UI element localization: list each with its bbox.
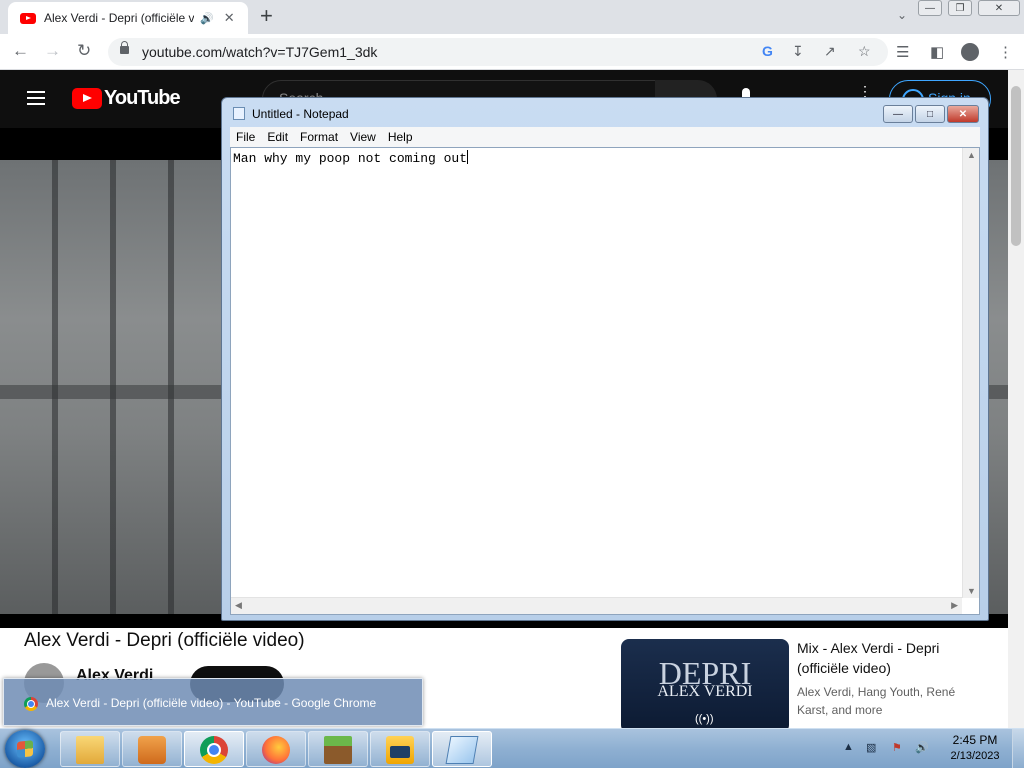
tab-youtube[interactable]: Alex Verdi - Depri (officiële video) - Y… (8, 2, 248, 34)
notepad-content[interactable]: Man why my poop not coming out (233, 150, 468, 166)
minimize-button[interactable]: — (918, 0, 942, 16)
tab-search-icon[interactable]: ⌄ (897, 8, 907, 22)
taskbar-media-player[interactable] (122, 731, 182, 767)
reload-icon[interactable]: ↻ (77, 41, 91, 61)
youtube-logo-icon[interactable] (72, 88, 102, 109)
show-hidden-icons[interactable]: ▲ (843, 741, 854, 753)
scroll-down-icon[interactable]: ▼ (967, 586, 976, 596)
media-control-icon[interactable]: ☰ (896, 43, 909, 61)
mix-radio-icon: ((•)) (695, 713, 714, 725)
explorer-icon (76, 736, 104, 764)
hamburger-menu-icon[interactable] (27, 91, 45, 105)
scroll-right-icon[interactable]: ▶ (951, 600, 958, 611)
settings-dots-icon[interactable]: ⋮ (858, 84, 872, 98)
media-player-icon (138, 736, 166, 764)
bookmark-star-icon[interactable]: ☆ (858, 43, 871, 60)
menu-format[interactable]: Format (294, 130, 344, 144)
tooltip-text: Alex Verdi - Depri (officiële video) - Y… (46, 696, 377, 710)
clock-date[interactable]: 2/13/2023 (944, 750, 1006, 762)
notepad-text-area[interactable]: Man why my poop not coming out ▲ ▼ ◀ ▶ (230, 147, 980, 615)
minecraft-icon (324, 736, 352, 764)
taskbar-thumbnail-tooltip[interactable]: Alex Verdi - Depri (officiële video) - Y… (3, 678, 423, 726)
mix-thumb-artist: ALEX VERDI (657, 683, 753, 700)
start-button[interactable] (5, 730, 45, 768)
page-scrollbar[interactable] (1008, 70, 1024, 728)
video-title: Alex Verdi - Depri (officiële video) (24, 630, 305, 651)
notepad-horizontal-scrollbar[interactable]: ◀ ▶ (231, 597, 962, 614)
side-panel-icon[interactable]: ◧ (930, 43, 944, 61)
action-center-icon[interactable]: ⚑ (892, 741, 902, 754)
chrome-icon (200, 736, 228, 764)
windows-logo-icon (17, 740, 33, 758)
back-arrow-icon[interactable]: ← (12, 41, 29, 61)
notepad-close-button[interactable]: ✕ (947, 105, 979, 123)
profile-avatar-icon[interactable] (961, 43, 979, 61)
install-icon[interactable]: ↧ (792, 43, 804, 60)
audio-playing-icon[interactable]: 🔊 (200, 12, 214, 25)
url-text[interactable]: youtube.com/watch?v=TJ7Gem1_3dk (142, 44, 377, 60)
notepad-menubar: File Edit Format View Help (230, 127, 980, 147)
firefox-icon (262, 736, 290, 764)
page-scrollbar-thumb[interactable] (1011, 86, 1021, 246)
window-controls: — ❐ ✕ (912, 0, 1020, 16)
taskbar-firefox[interactable] (246, 731, 306, 767)
address-bar[interactable]: youtube.com/watch?v=TJ7Gem1_3dk G ↧ ↗ ☆ (108, 38, 888, 66)
mix-title[interactable]: Mix - Alex Verdi - Depri (officiële vide… (797, 638, 967, 678)
mix-thumbnail[interactable]: DEPRI ALEX VERDI ((•)) (621, 639, 789, 728)
menu-file[interactable]: File (230, 130, 261, 144)
chrome-toolbar: ← → ↻ youtube.com/watch?v=TJ7Gem1_3dk G … (0, 34, 1024, 70)
google-lens-icon[interactable]: G (762, 43, 773, 59)
tab-close-icon[interactable]: ✕ (224, 10, 235, 26)
chrome-tab-strip: Alex Verdi - Depri (officiële video) - Y… (0, 0, 1024, 34)
chrome-menu-icon[interactable]: ⋮ (998, 43, 1013, 61)
network-icon[interactable]: ▧ (866, 741, 876, 754)
notepad-minimize-button[interactable]: — (883, 105, 913, 123)
tab-title: Alex Verdi - Depri (officiële video) - Y… (44, 11, 194, 25)
new-tab-button[interactable]: + (260, 4, 273, 28)
lock-icon[interactable] (120, 41, 129, 54)
menu-help[interactable]: Help (382, 130, 419, 144)
close-window-button[interactable]: ✕ (978, 0, 1020, 16)
show-desktop-button[interactable] (1012, 729, 1024, 768)
scroll-up-icon[interactable]: ▲ (967, 150, 976, 160)
screen: Alex Verdi - Depri (officiële video) - Y… (0, 0, 1024, 768)
windows-taskbar: ▲ ▧ ⚑ 🔊 2:45 PM 2/13/2023 (0, 728, 1024, 768)
toolbox-icon (386, 736, 414, 764)
notepad-vertical-scrollbar[interactable]: ▲ ▼ (962, 148, 979, 598)
taskbar-notepad[interactable] (432, 731, 492, 767)
notepad-icon (233, 107, 245, 120)
chrome-icon (24, 697, 38, 711)
taskbar-toolbox[interactable] (370, 731, 430, 767)
notepad-title: Untitled - Notepad (252, 107, 349, 121)
mix-meta: Alex Verdi, Hang Youth, René Karst, and … (797, 685, 956, 717)
volume-icon[interactable]: 🔊 (915, 741, 929, 754)
menu-view[interactable]: View (344, 130, 382, 144)
restore-button[interactable]: ❐ (948, 0, 972, 16)
youtube-logo-text[interactable]: YouTube (104, 87, 181, 110)
notepad-maximize-button[interactable]: □ (915, 105, 945, 123)
forward-arrow-icon[interactable]: → (44, 41, 61, 61)
taskbar-minecraft[interactable] (308, 731, 368, 767)
youtube-favicon-icon (20, 12, 36, 24)
scroll-left-icon[interactable]: ◀ (235, 600, 242, 611)
share-icon[interactable]: ↗ (824, 43, 836, 60)
menu-edit[interactable]: Edit (261, 130, 294, 144)
notepad-icon (445, 736, 479, 764)
clock-time[interactable]: 2:45 PM (950, 733, 1000, 747)
taskbar-chrome[interactable] (184, 731, 244, 767)
taskbar-explorer[interactable] (60, 731, 120, 767)
notepad-window: Untitled - Notepad — □ ✕ File Edit Forma… (221, 97, 989, 621)
